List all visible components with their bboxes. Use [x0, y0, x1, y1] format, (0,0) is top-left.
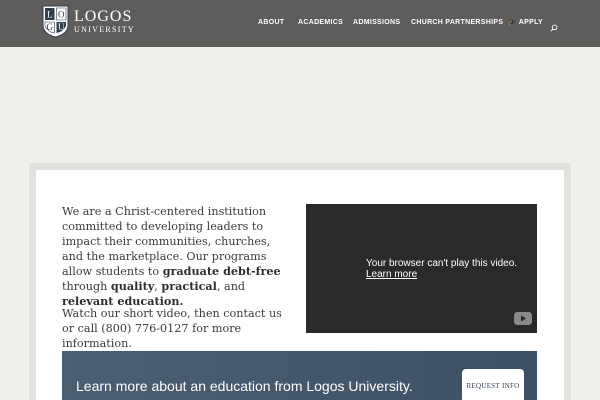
shield-letter: L	[47, 10, 53, 20]
nav-apply-label: APPLY	[518, 19, 543, 26]
search-icon[interactable]	[550, 19, 558, 32]
request-info-button[interactable]: REQUEST INFO	[462, 369, 524, 400]
intro-text: through	[62, 280, 111, 293]
video-player[interactable]: Your browser can't play this video. Lear…	[306, 204, 537, 333]
nav-church-partnerships[interactable]: CHURCH PARTNERSHIPS	[411, 19, 503, 26]
nav-admissions[interactable]: ADMISSIONS	[353, 19, 400, 26]
nav-apply[interactable]: 🎓 APPLY	[508, 19, 543, 26]
nav-about[interactable]: ABOUT	[258, 19, 284, 26]
contact-paragraph: Watch our short video, then contact us o…	[62, 307, 282, 350]
graduation-cap-icon: 🎓	[508, 19, 516, 26]
main-nav: ABOUT ACADEMICS ADMISSIONS CHURCH PARTNE…	[0, 19, 600, 31]
intro-highlight: practical	[161, 279, 217, 293]
cta-banner: Learn more about an education from Logos…	[62, 351, 537, 400]
youtube-icon[interactable]	[514, 312, 532, 325]
shield-letter: O	[58, 10, 65, 20]
intro-highlight: quality	[110, 279, 155, 293]
intro-paragraph: We are a Christ-centered institution com…	[62, 204, 292, 309]
cta-text: Learn more about an education from Logos…	[76, 378, 413, 394]
intro-text: , and	[216, 280, 246, 293]
video-error-message: Your browser can't play this video. Lear…	[366, 258, 517, 280]
learn-more-link[interactable]: Learn more	[366, 269, 517, 280]
intro-highlight: graduate debt-free	[162, 264, 281, 278]
nav-academics[interactable]: ACADEMICS	[298, 19, 343, 26]
video-error-text: Your browser can't play this video.	[366, 258, 518, 269]
site-header: L O G U LOGOS UNIVERSITY ABOUT ACADEMICS…	[0, 0, 600, 47]
